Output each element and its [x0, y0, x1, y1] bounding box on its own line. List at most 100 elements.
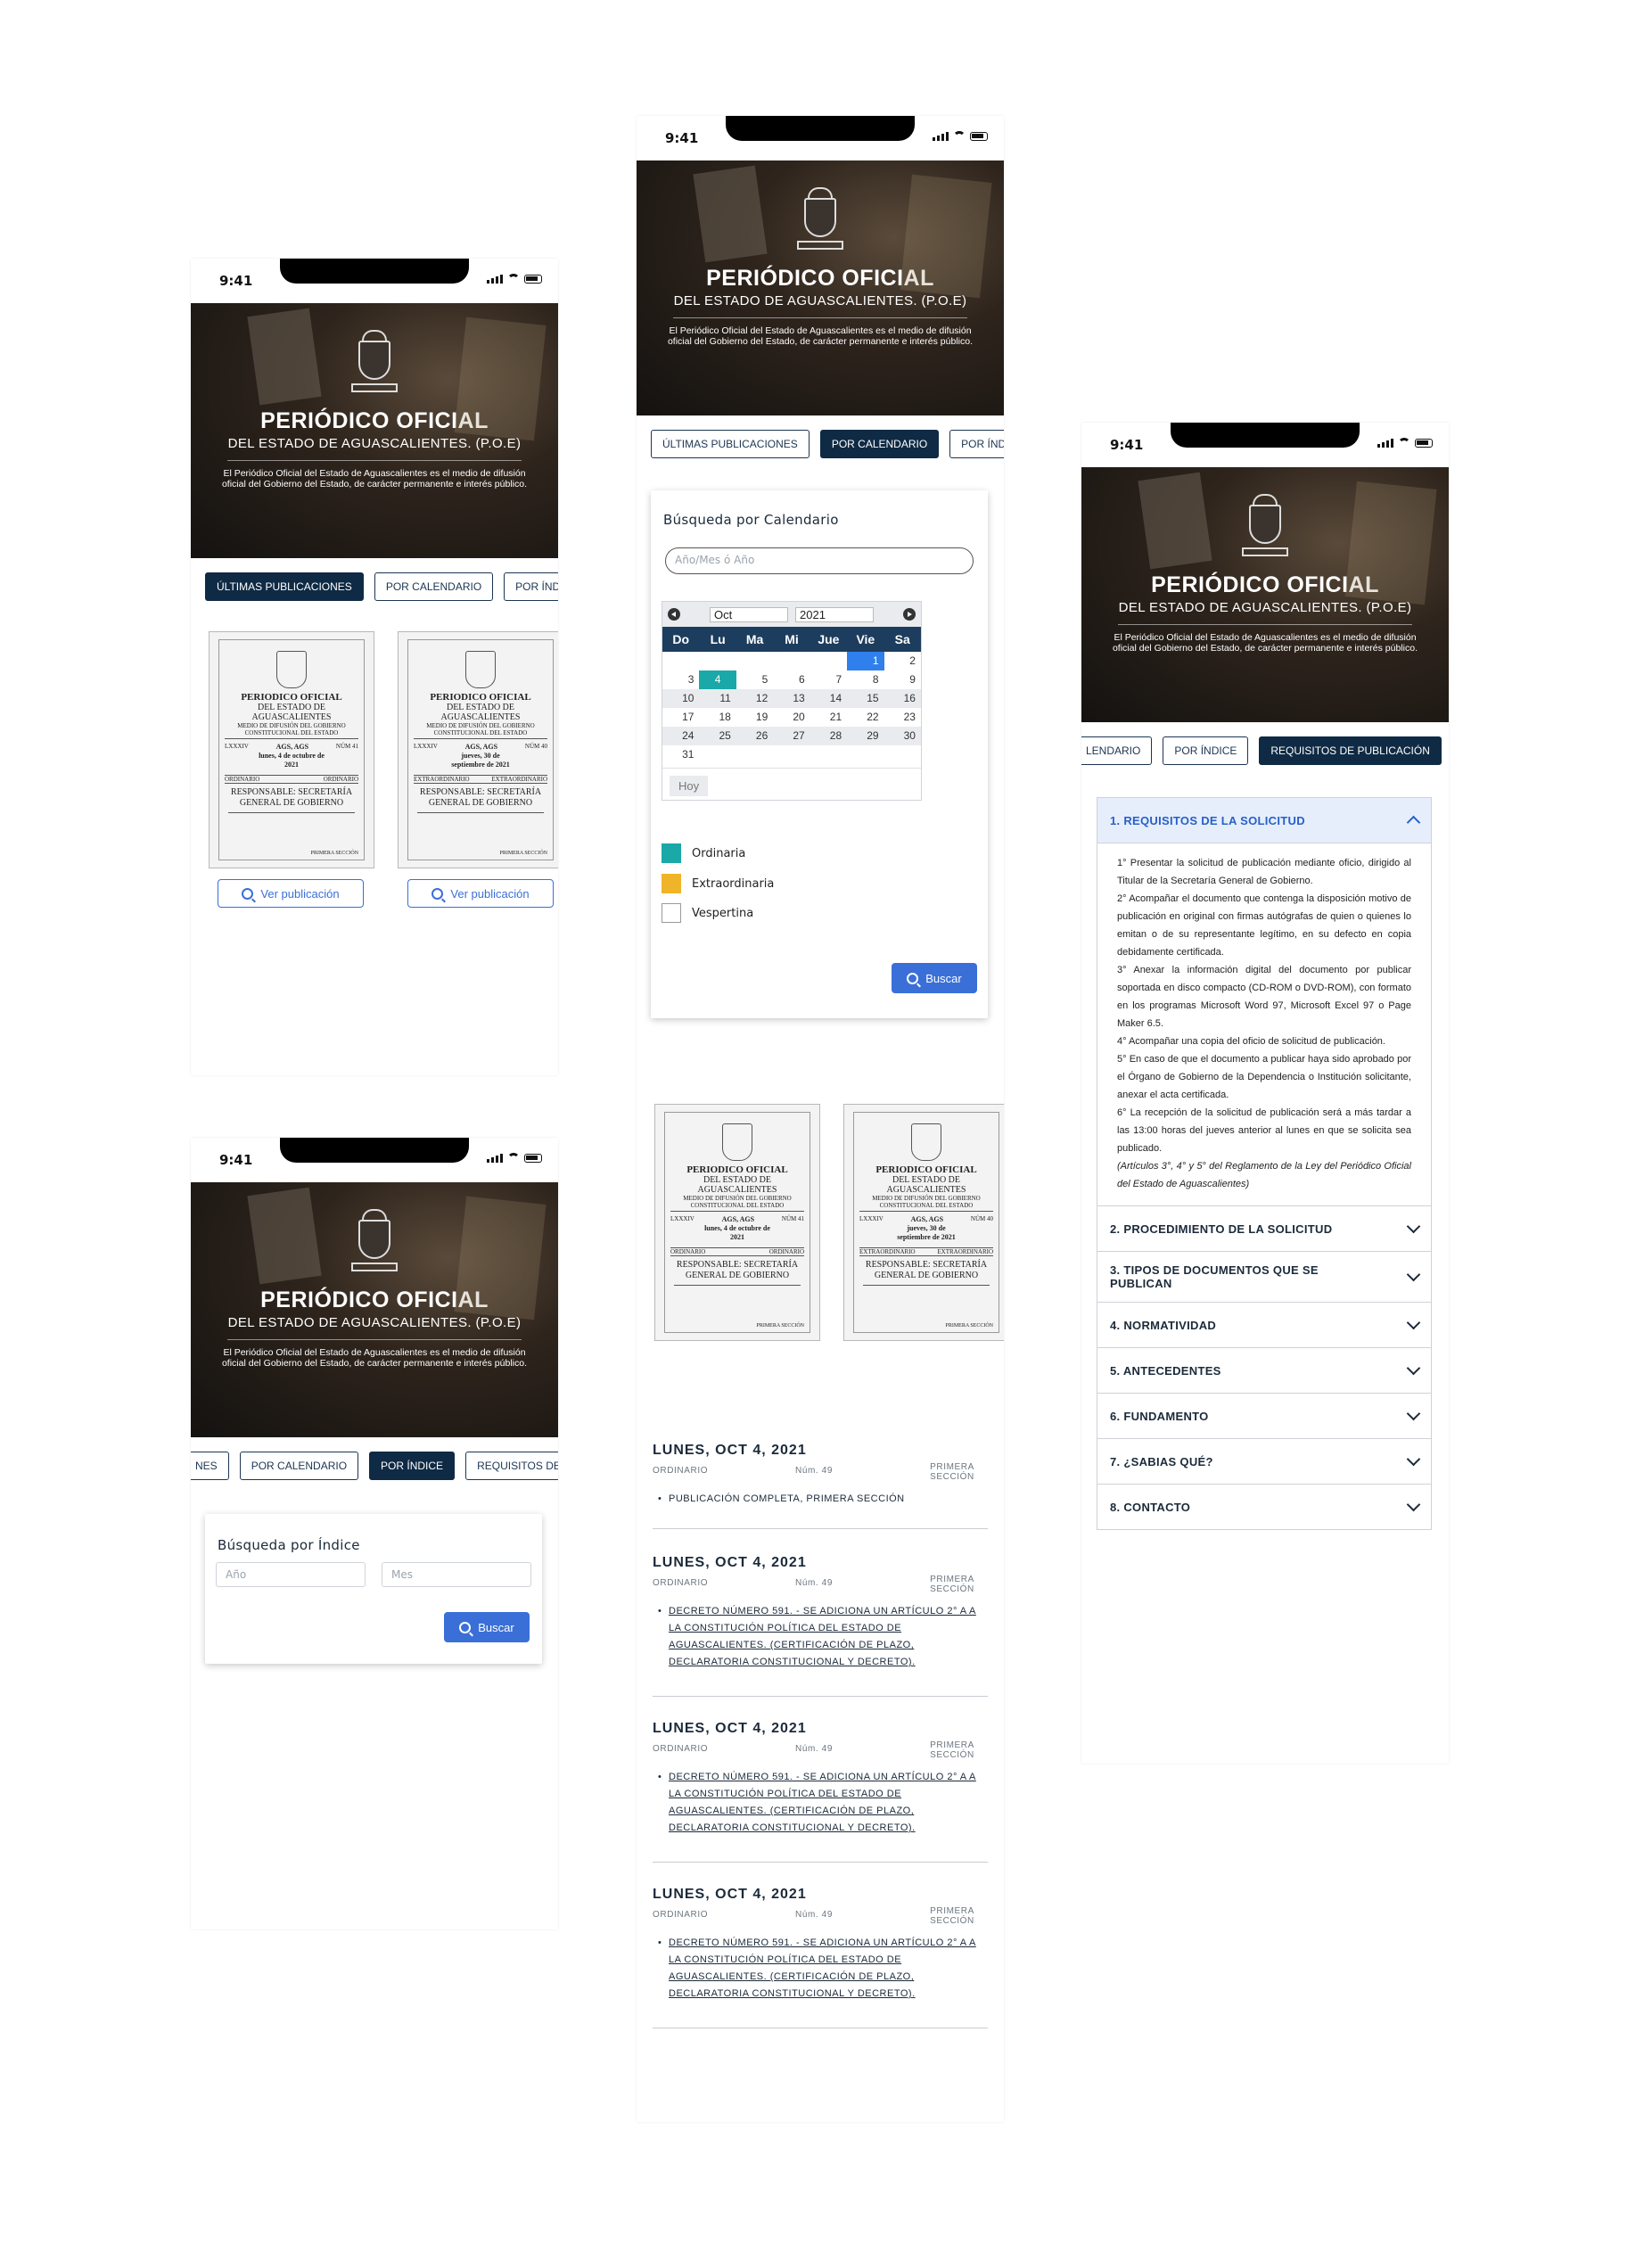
entry-link[interactable]: DECRETO NÚMERO 591. - SE ADICIONA UN ART…	[658, 1603, 988, 1671]
calendar-day[interactable]: 24	[662, 727, 700, 745]
pub-type-right: ORDINARIO	[768, 1248, 804, 1255]
tab-ultimas-publicaciones[interactable]: ÚLTIMAS PUBLICACIONES	[205, 572, 364, 601]
pub-line2: AGUASCALIENTES	[440, 712, 521, 722]
requisito-5: 5° En caso de que el documento a publica…	[1117, 1054, 1411, 1100]
entry-link[interactable]: DECRETO NÚMERO 591. - SE ADICIONA UN ART…	[658, 1935, 988, 2003]
calendar-day[interactable]: 20	[773, 708, 810, 727]
status-bar: 9:41	[191, 1138, 558, 1182]
tab-por-indice[interactable]: POR ÍNDICE	[369, 1452, 456, 1480]
chevron-up-icon	[1406, 815, 1421, 830]
tab-por-indice[interactable]: POR ÍNDICE	[1163, 736, 1249, 765]
calendar-day[interactable]: 31	[662, 745, 699, 764]
publication-entry[interactable]: LUNES, OCT 4, 2021 ORDINARIO Núm. 49 PRIME…	[653, 1721, 988, 1863]
status-bar: 9:41	[1081, 423, 1449, 467]
calendar-day[interactable]: 3	[662, 670, 699, 689]
calendar-day[interactable]: 2	[884, 652, 921, 670]
date-field[interactable]: Año/Mes ó Año	[665, 547, 974, 574]
calendar-day[interactable]: 29	[847, 727, 884, 745]
month-field[interactable]: Mes	[382, 1562, 531, 1587]
calendar-day[interactable]: 21	[810, 708, 847, 727]
accordion-title: 7. ¿SABIAS QUÉ?	[1110, 1454, 1213, 1468]
next-month-icon[interactable]	[903, 608, 916, 621]
calendar-day[interactable]: 5	[736, 670, 773, 689]
buscar-button[interactable]: Buscar	[444, 1612, 530, 1642]
calendar-header: Oct 2021	[662, 602, 921, 627]
publication-entry[interactable]: LUNES, OCT 4, 2021 ORDINARIO Núm. 49 PRIME…	[653, 1555, 988, 1697]
publication-thumbnail[interactable]: PERIODICO OFICIAL DEL ESTADO DE AGUASCAL…	[209, 631, 374, 868]
tab-por-indice[interactable]: POR ÍND	[504, 572, 558, 601]
calendar-day[interactable]: 25	[699, 727, 736, 745]
calendar-day[interactable]: 11	[699, 689, 736, 708]
calendar-day[interactable]: 17	[662, 708, 699, 727]
year-select[interactable]: 2021	[795, 606, 874, 622]
calendar-day[interactable]: 28	[810, 727, 848, 745]
accordion-item-antecedentes[interactable]: 5. ANTECEDENTES	[1097, 1347, 1431, 1393]
month-select[interactable]: Oct	[710, 606, 788, 622]
buscar-button[interactable]: Buscar	[892, 963, 977, 993]
entry-link[interactable]: DECRETO NÚMERO 591. - SE ADICIONA UN ART…	[658, 1769, 988, 1837]
calendar-day[interactable]: 30	[884, 727, 921, 745]
hero-description: El Periódico Oficial del Estado de Aguas…	[1112, 632, 1418, 654]
publication-entry[interactable]: LUNES, OCT 4, 2021 ORDINARIO Núm. 49 PRIME…	[653, 1887, 988, 2028]
battery-icon	[524, 1153, 542, 1163]
calendar-day[interactable]: 9	[884, 670, 921, 689]
prev-month-icon[interactable]	[668, 608, 680, 621]
calendar-day[interactable]: 15	[847, 689, 884, 708]
calendar-day[interactable]: 18	[699, 708, 736, 727]
tab-por-calendario[interactable]: POR CALENDARIO	[374, 572, 494, 601]
ver-publicacion-button[interactable]: Ver publicación	[407, 879, 554, 908]
tab-por-calendario[interactable]: POR CALENDARIO	[239, 1452, 359, 1480]
tab-ultimas-publicaciones[interactable]: NES	[191, 1452, 229, 1480]
publication-thumbnail[interactable]: PERIODICO OFICIAL DEL ESTADO DE AGUASCAL…	[654, 1104, 820, 1341]
accordion-item-sabias[interactable]: 7. ¿SABIAS QUÉ?	[1097, 1438, 1431, 1484]
publication-thumbnail[interactable]: PERIODICO OFICIAL DEL ESTADO DE AGUASCAL…	[843, 1104, 1004, 1341]
calendar-day[interactable]: 19	[736, 708, 773, 727]
pub-tomo: LXXXIV	[414, 743, 438, 750]
calendar-day[interactable]: 16	[884, 689, 921, 708]
ver-publicacion-button[interactable]: Ver publicación	[218, 879, 364, 908]
chevron-down-icon	[1406, 1219, 1421, 1234]
pub-type-left: EXTRAORDINARIO	[414, 776, 470, 783]
tab-por-indice[interactable]: POR ÍND	[949, 430, 1004, 458]
accordion-item-tipos[interactable]: 3. TIPOS DE DOCUMENTOS QUE SE PUBLICAN	[1097, 1251, 1431, 1302]
accordion-item-normatividad[interactable]: 4. NORMATIVIDAD	[1097, 1302, 1431, 1347]
tab-por-calendario[interactable]: POR CALENDARIO	[819, 430, 940, 458]
entry-date: LUNES, OCT 4, 2021	[653, 1721, 807, 1736]
pub-title: PERIODICO OFICIAL	[686, 1164, 788, 1175]
hoy-button[interactable]: Hoy	[670, 776, 709, 796]
year-field[interactable]: Año	[216, 1562, 366, 1587]
calendar-day[interactable]: 22	[847, 708, 884, 727]
tab-ultimas-publicaciones[interactable]: ÚLTIMAS PUBLICACIONES	[651, 430, 810, 458]
calendar-day-today[interactable]: 4	[699, 670, 736, 689]
calendar-day[interactable]: 26	[736, 727, 774, 745]
calendar-day[interactable]: 13	[773, 689, 810, 708]
hero-background	[693, 165, 768, 263]
calendar-day[interactable]: 23	[884, 708, 921, 727]
accordion-item-procedimiento[interactable]: 2. PROCEDIMIENTO DE LA SOLICITUD	[1097, 1205, 1431, 1251]
calendar-day[interactable]: 7	[810, 670, 847, 689]
calendar-day[interactable]: 14	[810, 689, 848, 708]
accordion-item-fundamento[interactable]: 6. FUNDAMENTO	[1097, 1393, 1431, 1438]
calendar-day[interactable]: 27	[773, 727, 810, 745]
calendar-day[interactable]: 8	[847, 670, 884, 689]
calendar-day[interactable]: 6	[773, 670, 810, 689]
search-icon	[242, 887, 254, 900]
tab-requisitos[interactable]: REQUISITOS DE PUBLICACIÓN	[1259, 736, 1442, 765]
pub-title: PERIODICO OFICIAL	[241, 692, 342, 703]
calendar-day[interactable]: 10	[662, 689, 700, 708]
accordion-item-contacto[interactable]: 8. CONTACTO	[1097, 1484, 1431, 1529]
hero-subtitle: DEL ESTADO DE AGUASCALIENTES. (P.O.E)	[227, 1315, 522, 1330]
tab-por-calendario[interactable]: LENDARIO	[1081, 736, 1153, 765]
status-bar: 9:41	[637, 116, 1004, 160]
publication-thumbnail[interactable]: PERIODICO OFICIAL DEL ESTADO DE AGUASCAL…	[398, 631, 558, 868]
calendar-day[interactable]: 12	[736, 689, 774, 708]
accordion-title: 3. TIPOS DE DOCUMENTOS QUE SE PUBLICAN	[1110, 1263, 1319, 1290]
accordion-item-requisitos[interactable]: 1. REQUISITOS DE LA SOLICITUD	[1097, 798, 1431, 843]
entry-section: PRIMERA SECCIÓN	[930, 1740, 974, 1760]
tab-requisitos[interactable]: REQUISITOS DE P	[465, 1452, 558, 1480]
status-icons	[933, 131, 988, 141]
publication-entry[interactable]: LUNES, OCT 4, 2021 ORDINARIO Núm. 49 PRIME…	[653, 1443, 988, 1529]
calendar-day[interactable]: 1	[847, 652, 884, 670]
pub-tomo: LXXXIV	[225, 743, 249, 750]
hero-background-paper	[454, 317, 547, 441]
